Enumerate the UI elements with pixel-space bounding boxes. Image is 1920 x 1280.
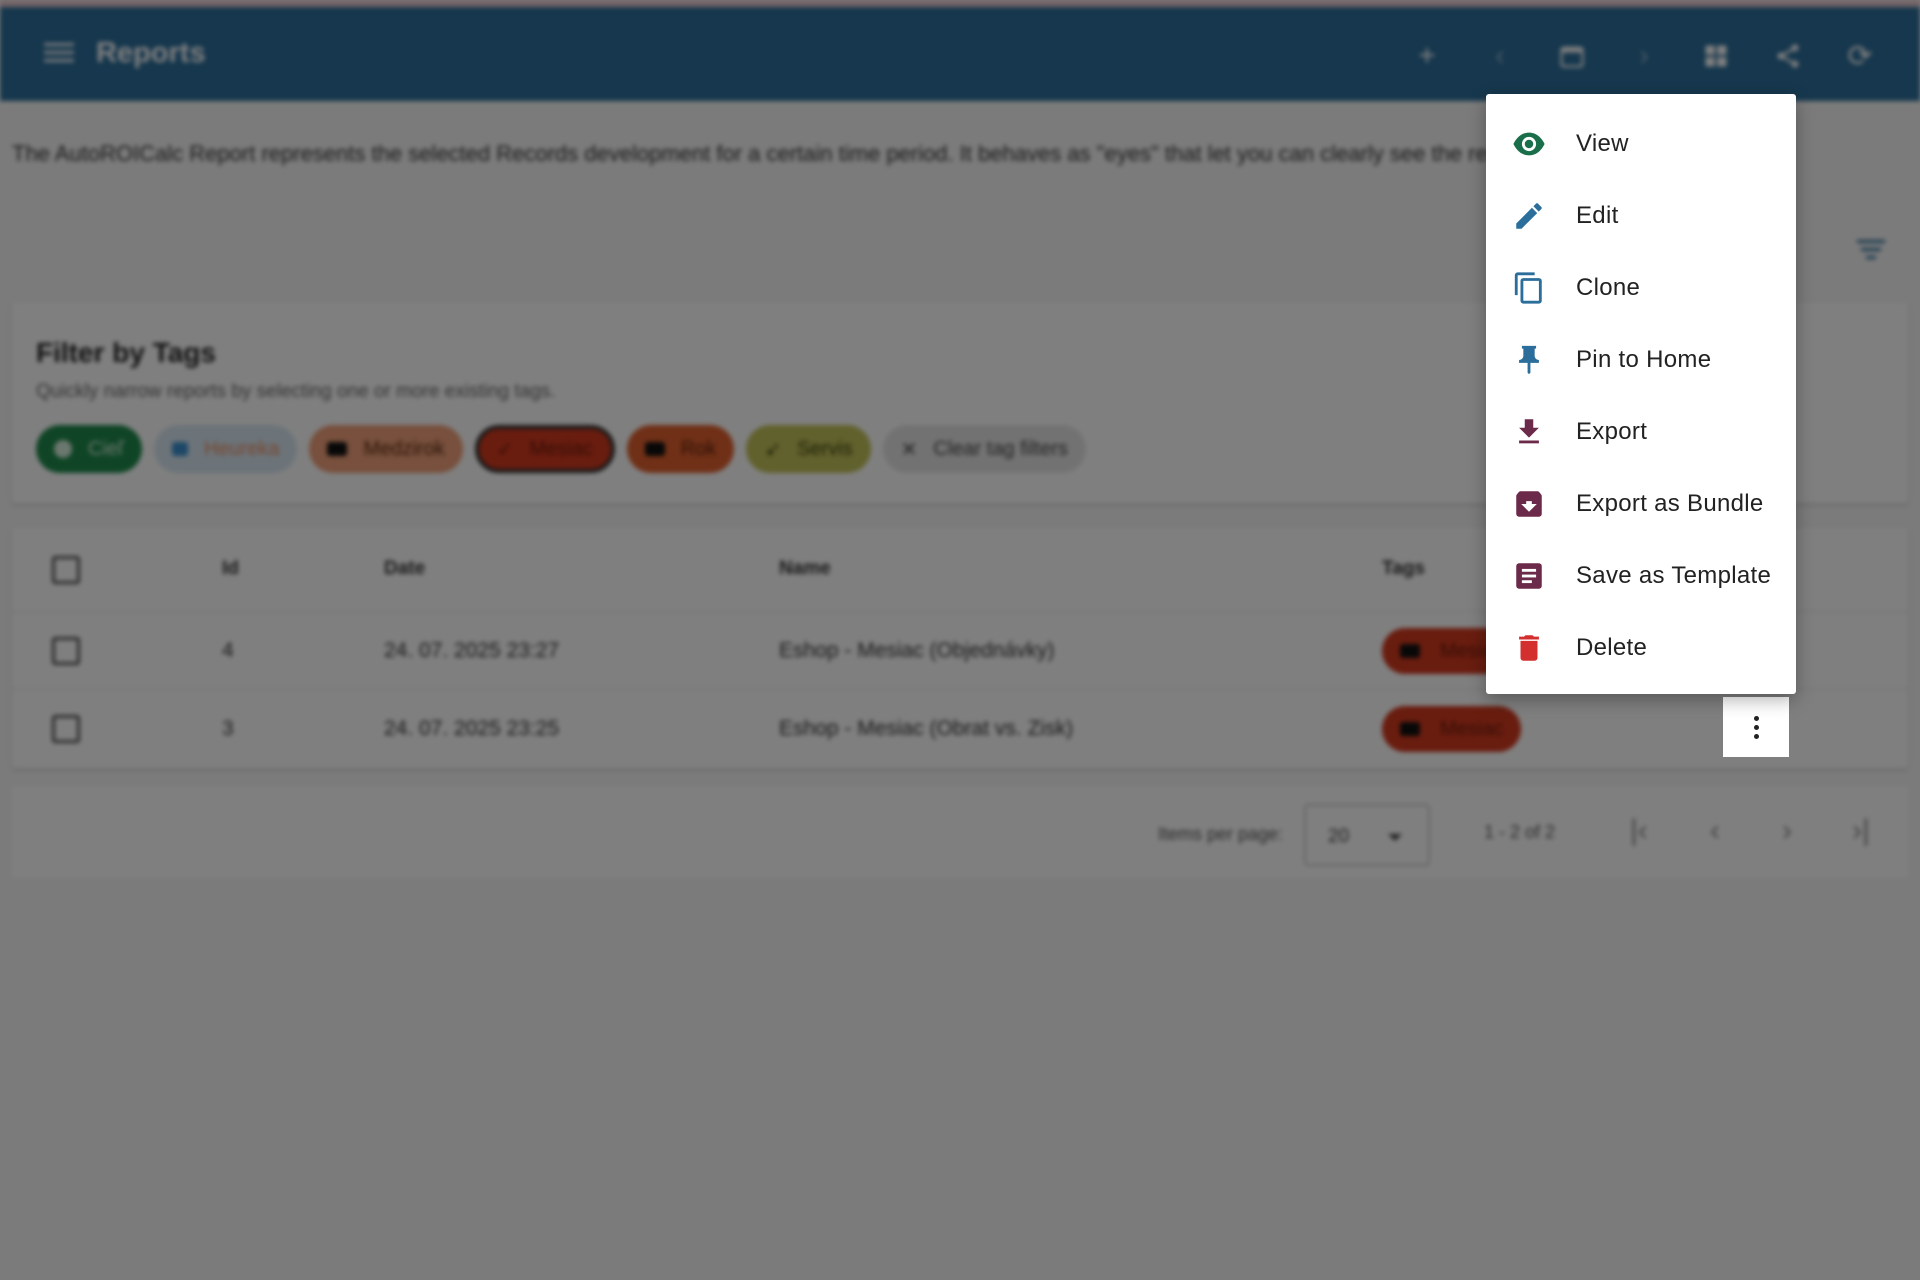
menu-item-label: Delete: [1576, 634, 1648, 661]
menu-item-label: Export: [1576, 418, 1648, 445]
archive-icon: [1516, 491, 1542, 517]
menu-item-label: Export as Bundle: [1576, 490, 1764, 517]
pencil-icon: [1516, 203, 1542, 229]
more-options-button[interactable]: [1723, 697, 1789, 757]
pin-icon: [1519, 345, 1539, 375]
menu-item-label: Edit: [1576, 202, 1619, 229]
menu-item-pin-to-home[interactable]: Pin to Home: [1486, 324, 1796, 396]
menu-item-label: Clone: [1576, 274, 1641, 301]
menu-item-export-as-bundle[interactable]: Export as Bundle: [1486, 468, 1796, 540]
context-menu: View Edit Clone Pin to Home Export Expor…: [1486, 94, 1796, 694]
download-icon: [1519, 419, 1539, 444]
trash-icon: [1519, 635, 1539, 661]
menu-item-clone[interactable]: Clone: [1486, 252, 1796, 324]
menu-item-label: Pin to Home: [1576, 346, 1712, 373]
document-icon: [1516, 563, 1542, 589]
menu-item-label: Save as Template: [1576, 562, 1772, 589]
menu-item-edit[interactable]: Edit: [1486, 180, 1796, 252]
menu-item-export[interactable]: Export: [1486, 396, 1796, 468]
copy-icon: [1514, 272, 1542, 304]
menu-item-save-as-template[interactable]: Save as Template: [1486, 540, 1796, 612]
menu-item-view[interactable]: View: [1486, 108, 1796, 180]
eye-icon: [1513, 132, 1545, 156]
menu-item-label: View: [1576, 130, 1629, 157]
menu-item-delete[interactable]: Delete: [1486, 612, 1796, 684]
